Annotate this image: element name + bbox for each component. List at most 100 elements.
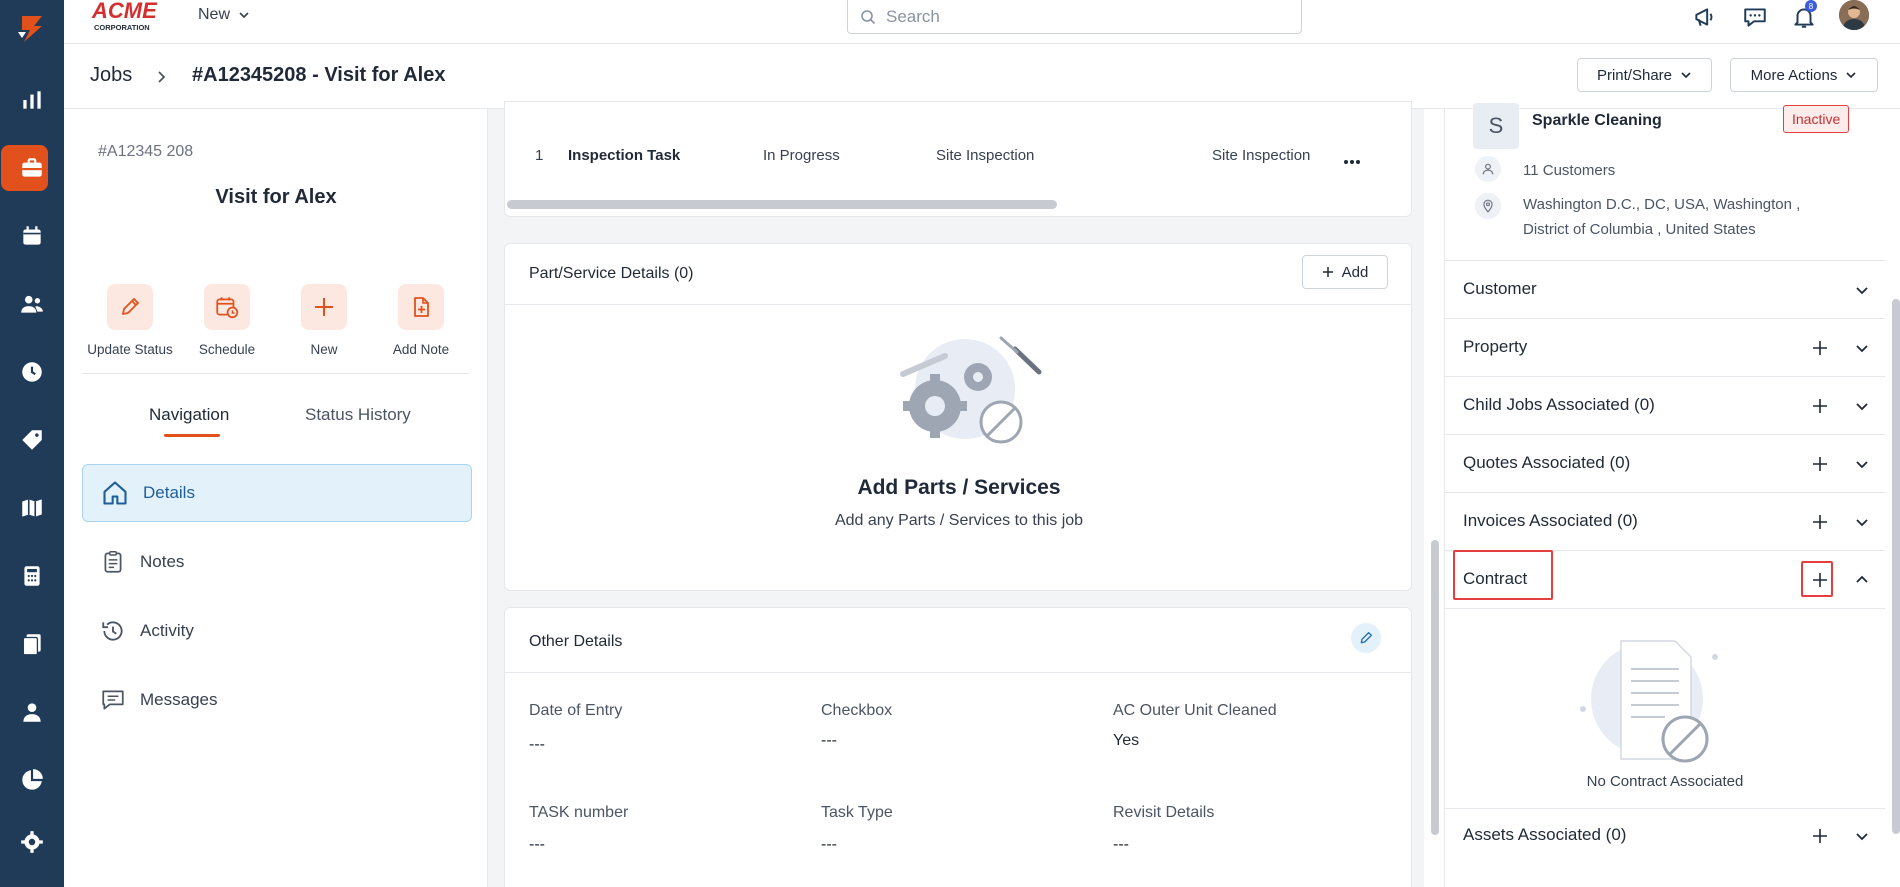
add-property-icon[interactable] (1807, 335, 1833, 361)
divider (505, 304, 1411, 305)
page-title: #A12345208 - Visit for Alex (192, 64, 446, 86)
customers-count: 11 Customers (1523, 162, 1616, 179)
job-sidebar: #A12345 208 Visit for Alex Update Status… (64, 109, 488, 887)
address-line-2: District of Columbia , United States (1523, 221, 1756, 238)
app-logo-icon[interactable] (0, 0, 64, 56)
section-customer[interactable]: Customer (1445, 261, 1885, 319)
nav-item-label: Notes (140, 552, 185, 571)
history-icon (102, 621, 123, 641)
chevron-down-icon[interactable] (1851, 395, 1873, 417)
reports-icon[interactable] (0, 76, 64, 124)
parts-empty-text: Add any Parts / Services to this job (834, 512, 1084, 529)
edit-details-button[interactable] (1351, 623, 1381, 653)
brand-subtitle: CORPORATION (94, 23, 150, 32)
more-options-icon[interactable] (1343, 152, 1361, 170)
breadcrumb-jobs-link[interactable]: Jobs (90, 64, 132, 87)
tab-status-history[interactable]: Status History (305, 405, 411, 425)
right-scrollbar[interactable] (1892, 299, 1900, 834)
chevron-down-icon[interactable] (1851, 453, 1873, 475)
section-invoices[interactable]: Invoices Associated (0) (1445, 493, 1885, 551)
more-actions-button[interactable]: More Actions (1730, 58, 1878, 92)
task-name[interactable]: Inspection Task (568, 147, 680, 164)
schedule-label: Schedule (198, 342, 256, 357)
contract-empty-text: No Contract Associated (1586, 773, 1744, 790)
brand-logo[interactable]: ACME CORPORATION (90, 0, 174, 34)
contract-empty-state: No Contract Associated (1445, 609, 1885, 809)
team-icon[interactable] (0, 280, 64, 328)
horizontal-scrollbar[interactable] (507, 200, 1057, 209)
company-initial: S (1473, 103, 1519, 149)
chevron-down-icon[interactable] (1851, 279, 1873, 301)
field-value: --- (529, 836, 545, 853)
calculator-icon[interactable] (0, 552, 64, 600)
task-type: Site Inspection (936, 147, 1035, 164)
bell-icon[interactable]: 8 (1789, 0, 1819, 32)
section-property[interactable]: Property (1445, 319, 1885, 377)
task-category: Site Inspection (1212, 147, 1311, 164)
section-title: Customer (1463, 279, 1537, 298)
tab-navigation[interactable]: Navigation (149, 405, 229, 425)
user-icon[interactable] (0, 688, 64, 736)
nav-item-activity[interactable]: Activity (82, 602, 472, 660)
add-note-button[interactable]: Add Note (373, 284, 469, 357)
search-icon (861, 9, 876, 24)
nav-item-details[interactable]: Details (82, 464, 472, 522)
pie-chart-icon[interactable] (0, 756, 64, 804)
print-share-button[interactable]: Print/Share (1577, 58, 1712, 92)
update-status-button[interactable]: Update Status (82, 284, 178, 357)
company-name[interactable]: Sparkle Cleaning (1532, 112, 1662, 130)
nav-item-label: Messages (140, 690, 218, 709)
section-child-jobs[interactable]: Child Jobs Associated (0) (1445, 377, 1885, 435)
chevron-down-icon[interactable] (1851, 825, 1873, 847)
calendar-clock-icon (204, 284, 250, 330)
main-scrollbar[interactable] (1431, 540, 1439, 835)
tag-icon[interactable] (0, 416, 64, 464)
divider (82, 373, 469, 374)
main-content: 1 Inspection Task In Progress Site Inspe… (488, 101, 1424, 887)
add-part-button[interactable]: Add (1302, 255, 1388, 289)
avatar[interactable] (1839, 0, 1869, 30)
gears-illustration-icon (885, 334, 1055, 459)
pencil-icon (107, 284, 153, 330)
clock-icon[interactable] (0, 348, 64, 396)
add-asset-icon[interactable] (1807, 823, 1833, 849)
new-menu-label: New (198, 6, 231, 23)
chevron-down-icon[interactable] (1851, 337, 1873, 359)
other-details-header: Other Details (529, 633, 623, 650)
note-add-icon (398, 284, 444, 330)
field-value: --- (1113, 836, 1129, 853)
section-quotes[interactable]: Quotes Associated (0) (1445, 435, 1885, 493)
map-icon[interactable] (0, 484, 64, 532)
add-child-job-icon[interactable] (1807, 393, 1833, 419)
nav-item-messages[interactable]: Messages (82, 671, 472, 729)
jobs-icon[interactable] (0, 144, 64, 192)
new-button[interactable]: New (276, 284, 372, 357)
task-status: In Progress (763, 147, 840, 164)
chat-icon[interactable] (1740, 2, 1770, 32)
settings-icon[interactable] (0, 818, 64, 866)
chevron-up-icon[interactable] (1851, 569, 1873, 591)
megaphone-icon[interactable] (1690, 2, 1720, 32)
field-label: Task Type (821, 804, 893, 821)
documents-icon[interactable] (0, 620, 64, 668)
other-details-card: Other Details Date of Entry --- Checkbox… (504, 607, 1412, 887)
field-value: --- (821, 836, 837, 853)
chevron-down-icon[interactable] (1851, 511, 1873, 533)
notification-badge: 8 (1805, 0, 1817, 12)
section-contract[interactable]: Contract (1445, 550, 1885, 609)
field-label: Checkbox (821, 702, 893, 719)
section-assets[interactable]: Assets Associated (0) (1445, 809, 1885, 867)
calendar-icon[interactable] (0, 212, 64, 260)
new-menu[interactable]: New (198, 6, 250, 24)
field-label: TASK number (529, 804, 629, 821)
add-quote-icon[interactable] (1807, 451, 1833, 477)
divider (505, 672, 1411, 673)
field-value: Yes (1113, 732, 1140, 749)
add-invoice-icon[interactable] (1807, 509, 1833, 535)
more-actions-label: More Actions (1750, 66, 1838, 84)
schedule-button[interactable]: Schedule (179, 284, 275, 357)
chevron-down-icon (1846, 72, 1856, 79)
nav-item-notes[interactable]: Notes (82, 533, 472, 591)
search-input[interactable] (886, 6, 1266, 27)
field-value: --- (821, 732, 837, 749)
